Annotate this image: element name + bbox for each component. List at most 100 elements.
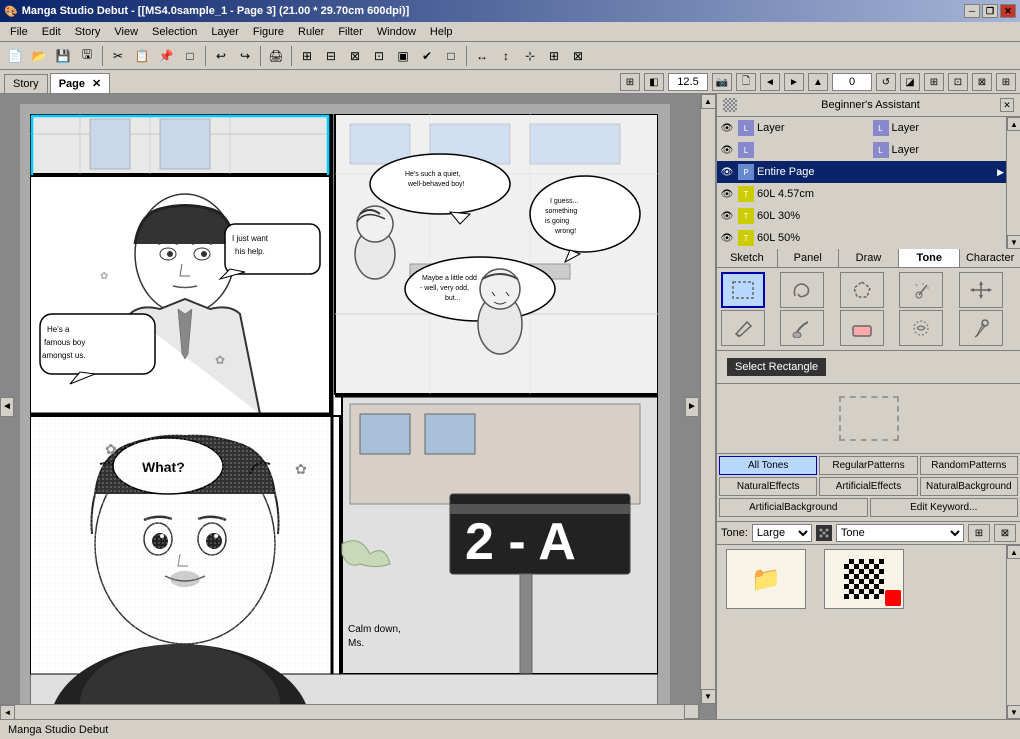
- layer-row-4[interactable]: 👁 T 60L 4.57cm: [717, 183, 1006, 205]
- tone-tool-select-rect[interactable]: [721, 272, 765, 308]
- toolbar-t2[interactable]: ⊟: [320, 45, 342, 67]
- assistant-close-btn[interactable]: ✕: [1000, 98, 1014, 112]
- layer-row-1[interactable]: 👁 L Layer L Layer: [717, 117, 1006, 139]
- tone-tool-pen[interactable]: [721, 310, 765, 346]
- tone-preview-scroll-up[interactable]: ▲: [1007, 545, 1020, 559]
- layer-row-6[interactable]: 👁 T 60L 50%: [717, 227, 1006, 249]
- tab-ctrl-img2[interactable]: 🗋: [736, 73, 756, 91]
- menu-edit[interactable]: Edit: [36, 24, 67, 40]
- tone-cat-natural[interactable]: NaturalEffects: [719, 477, 817, 496]
- close-button[interactable]: ✕: [1000, 4, 1016, 18]
- tab-ctrl-2[interactable]: ◧: [644, 73, 664, 91]
- toolbar-copy[interactable]: 📋: [131, 45, 153, 67]
- toolbar-save2[interactable]: 🖫: [76, 45, 98, 67]
- tone-tool-polygon[interactable]: [840, 272, 884, 308]
- toolbar-t6[interactable]: ✔: [416, 45, 438, 67]
- toolbar-t1[interactable]: ⊞: [296, 45, 318, 67]
- tone-cat-natbg[interactable]: NaturalBackground: [920, 477, 1018, 496]
- tone-cat-random[interactable]: RandomPatterns: [920, 456, 1018, 475]
- toolbar-t4[interactable]: ⊡: [368, 45, 390, 67]
- menu-window[interactable]: Window: [371, 24, 422, 40]
- rotation-input[interactable]: [832, 73, 872, 91]
- toolbar-t11[interactable]: ⊞: [543, 45, 565, 67]
- tab-story[interactable]: Story: [4, 74, 48, 93]
- menu-ruler[interactable]: Ruler: [292, 24, 330, 40]
- scroll-down-btn[interactable]: ▼: [701, 689, 716, 704]
- menu-help[interactable]: Help: [424, 24, 459, 40]
- tab-sketch[interactable]: Sketch: [717, 249, 778, 267]
- tone-preview-scrollbar[interactable]: ▲ ▼: [1006, 545, 1020, 719]
- menu-view[interactable]: View: [108, 24, 144, 40]
- layer-eye-6[interactable]: 👁: [719, 230, 735, 246]
- menu-filter[interactable]: Filter: [332, 24, 368, 40]
- layer-scrollbar[interactable]: ▲ ▼: [1006, 117, 1020, 249]
- toolbar-t9[interactable]: ↕: [495, 45, 517, 67]
- tone-tool-magic-wand[interactable]: [899, 272, 943, 308]
- toolbar-t5[interactable]: ▣: [392, 45, 414, 67]
- right-nav-arrow[interactable]: ►: [685, 397, 699, 417]
- menu-selection[interactable]: Selection: [146, 24, 203, 40]
- tone-tool-move[interactable]: [959, 272, 1003, 308]
- toolbar-cut[interactable]: ✂: [107, 45, 129, 67]
- left-nav-arrow[interactable]: ◄: [0, 397, 14, 417]
- layer-scroll-track[interactable]: [1007, 131, 1020, 235]
- tab-character[interactable]: Character: [960, 249, 1020, 267]
- menu-story[interactable]: Story: [69, 24, 107, 40]
- toolbar-save[interactable]: 💾: [52, 45, 74, 67]
- toolbar-print[interactable]: 🖨: [265, 45, 287, 67]
- tone-cat-artbg[interactable]: ArtificialBackground: [719, 498, 868, 517]
- canvas-hscroll[interactable]: ◄ ►: [0, 704, 700, 719]
- tab-ctrl-r5[interactable]: ⊠: [972, 73, 992, 91]
- tab-tone[interactable]: Tone: [899, 249, 960, 267]
- scroll-left-btn[interactable]: ◄: [0, 705, 15, 720]
- tone-tool-blur[interactable]: [899, 310, 943, 346]
- tone-name-select[interactable]: Tone: [836, 524, 964, 542]
- tab-page[interactable]: Page ✕: [50, 73, 111, 93]
- tone-action-1[interactable]: ⊞: [968, 524, 990, 542]
- layer-eye-4[interactable]: 👁: [719, 186, 735, 202]
- toolbar-paste[interactable]: 📌: [155, 45, 177, 67]
- toolbar-t12[interactable]: ⊠: [567, 45, 589, 67]
- layer-eye-3[interactable]: 👁: [719, 164, 735, 180]
- toolbar-undo[interactable]: ↩: [210, 45, 232, 67]
- tone-cat-all[interactable]: All Tones: [719, 456, 817, 475]
- tone-tool-eraser[interactable]: [840, 310, 884, 346]
- tone-tool-lasso[interactable]: [780, 272, 824, 308]
- canvas-area[interactable]: ◄ ►: [0, 94, 715, 719]
- layer-eye-5[interactable]: 👁: [719, 208, 735, 224]
- toolbar-open[interactable]: 📂: [28, 45, 50, 67]
- toolbar-t7[interactable]: □: [440, 45, 462, 67]
- tone-preview-folder[interactable]: 📁: [721, 549, 811, 629]
- menu-figure[interactable]: Figure: [247, 24, 290, 40]
- toolbar-b4[interactable]: □: [179, 45, 201, 67]
- menu-file[interactable]: File: [4, 24, 34, 40]
- restore-button[interactable]: ❐: [982, 4, 998, 18]
- toolbar-t10[interactable]: ⊹: [519, 45, 541, 67]
- tab-ctrl-r6[interactable]: ⊞: [996, 73, 1016, 91]
- tab-ctrl-r1[interactable]: ↺: [876, 73, 896, 91]
- tab-draw[interactable]: Draw: [839, 249, 900, 267]
- layer-row-2[interactable]: 👁 L L Layer: [717, 139, 1006, 161]
- tab-ctrl-arrow-right[interactable]: ►: [784, 73, 804, 91]
- tone-preview-scroll-down[interactable]: ▼: [1007, 705, 1020, 719]
- menu-layer[interactable]: Layer: [205, 24, 245, 40]
- tab-ctrl-up[interactable]: ▲: [808, 73, 828, 91]
- tone-tool-brush[interactable]: [780, 310, 824, 346]
- tone-preview-checker[interactable]: [819, 549, 909, 629]
- layer-eye-1[interactable]: 👁: [719, 120, 735, 136]
- layer-eye-2[interactable]: 👁: [719, 142, 735, 158]
- toolbar-t8[interactable]: ↔: [471, 45, 493, 67]
- tab-ctrl-r4[interactable]: ⊡: [948, 73, 968, 91]
- tab-page-close[interactable]: ✕: [92, 78, 101, 90]
- layer-row-3[interactable]: 👁 P Entire Page ▶: [717, 161, 1006, 183]
- layer-scroll-down[interactable]: ▼: [1007, 235, 1020, 249]
- toolbar-t3[interactable]: ⊠: [344, 45, 366, 67]
- canvas-vscroll[interactable]: ▲ ▼: [700, 94, 715, 704]
- tone-cat-artificial[interactable]: ArtificialEffects: [819, 477, 917, 496]
- tab-ctrl-arrow-left[interactable]: ◄: [760, 73, 780, 91]
- minimize-button[interactable]: ─: [964, 4, 980, 18]
- tab-ctrl-r3[interactable]: ⊞: [924, 73, 944, 91]
- tab-ctrl-img1[interactable]: 📷: [712, 73, 732, 91]
- tab-panel[interactable]: Panel: [778, 249, 839, 267]
- tab-ctrl-r2[interactable]: ◪: [900, 73, 920, 91]
